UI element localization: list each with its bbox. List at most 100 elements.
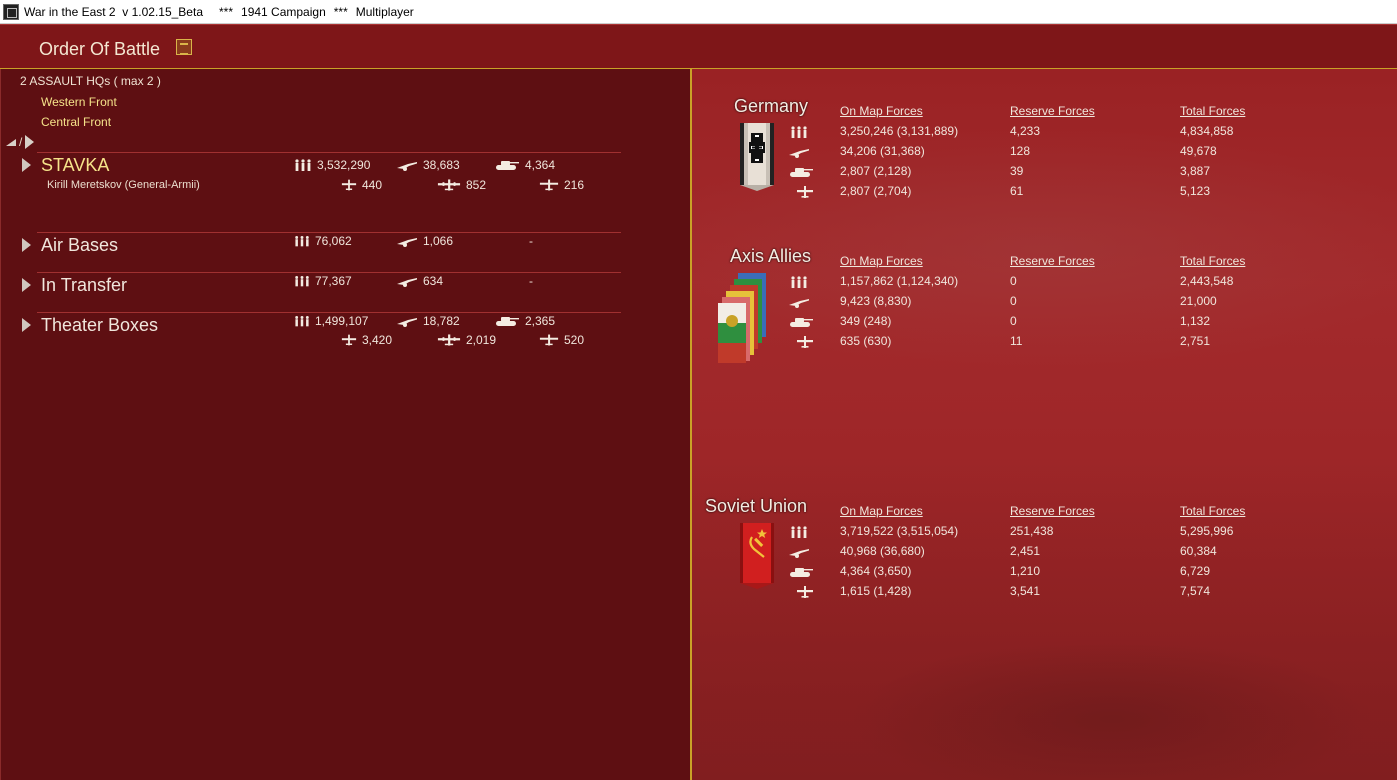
on-map-aircraft: 1,615 (1,428) xyxy=(840,584,912,598)
column-header-on-map: On Map Forces xyxy=(840,504,923,518)
column-header-reserve: Reserve Forces xyxy=(1010,504,1095,518)
aircraft-icon xyxy=(794,586,816,598)
row-divider xyxy=(37,152,621,153)
afv-stat: - xyxy=(529,274,533,288)
reserve-guns: 128 xyxy=(1010,144,1031,158)
men-icon xyxy=(294,315,310,327)
men-icon xyxy=(294,235,310,247)
fighter-icon xyxy=(341,334,357,346)
reserve-afv: 0 xyxy=(1010,314,1017,328)
reserve-afv: 1,210 xyxy=(1010,564,1041,578)
fighters-stat: 3,420 xyxy=(341,333,392,347)
fighter-icon xyxy=(341,179,357,191)
guns-stat: 38,683 xyxy=(396,158,460,172)
unit-name[interactable]: In Transfer xyxy=(41,275,127,296)
men-icon xyxy=(294,275,310,287)
on-map-aircraft: 2,807 (2,704) xyxy=(840,184,912,198)
tree-navigation: / xyxy=(6,135,35,149)
men-icon xyxy=(294,159,312,171)
tank-icon xyxy=(788,316,814,328)
row-divider xyxy=(37,232,621,233)
on-map-guns: 40,968 (36,680) xyxy=(840,544,925,558)
fighters-stat: 440 xyxy=(341,178,382,192)
expand-arrow-icon[interactable] xyxy=(22,158,31,172)
column-header-total: Total Forces xyxy=(1180,104,1246,118)
notepad-icon[interactable] xyxy=(176,39,192,55)
reserve-aircraft: 11 xyxy=(1010,334,1023,348)
bombers-stat: 852 xyxy=(437,178,486,192)
column-header-total: Total Forces xyxy=(1180,254,1246,268)
title-separator: *** xyxy=(333,4,348,19)
bombers-stat: 2,019 xyxy=(437,333,496,347)
expand-arrow-icon[interactable] xyxy=(22,278,31,292)
afv-stat: 4,364 xyxy=(494,158,555,172)
soviet-flag-icon xyxy=(740,523,774,589)
on-map-men: 1,157,862 (1,124,340) xyxy=(840,274,959,288)
men-stat: 77,367 xyxy=(294,274,352,288)
aircraft-icon xyxy=(539,179,559,191)
nav-forward-arrow-icon[interactable] xyxy=(25,135,35,149)
aircraft-icon xyxy=(794,336,816,348)
unit-name[interactable]: STAVKA xyxy=(41,155,109,176)
other-air-stat: 216 xyxy=(539,178,584,192)
gun-icon xyxy=(396,159,418,171)
unit-name[interactable]: Air Bases xyxy=(41,235,118,256)
total-men: 4,834,858 xyxy=(1180,124,1234,138)
afv-stat: 2,365 xyxy=(494,314,555,328)
afv-stat: - xyxy=(529,234,533,248)
total-guns: 49,678 xyxy=(1180,144,1217,158)
reserve-aircraft: 3,541 xyxy=(1010,584,1041,598)
men-stat: 1,499,107 xyxy=(294,314,368,328)
total-afv: 6,729 xyxy=(1180,564,1211,578)
tank-icon xyxy=(494,159,520,171)
front-link-central[interactable]: Central Front xyxy=(41,115,111,129)
oob-tree-panel: 2 ASSAULT HQs ( max 2 ) Western Front Ce… xyxy=(0,69,690,780)
commander-name[interactable]: Kirill Meretskov (General-Armii) xyxy=(47,179,200,191)
men-stat: 3,532,290 xyxy=(294,158,370,172)
nav-up-arrow-icon[interactable] xyxy=(6,138,16,146)
nation-name: Soviet Union xyxy=(705,496,808,516)
front-link-western[interactable]: Western Front xyxy=(41,95,117,109)
gun-icon xyxy=(788,296,810,308)
total-guns: 60,384 xyxy=(1180,544,1217,558)
column-header-reserve: Reserve Forces xyxy=(1010,254,1095,268)
reserve-guns: 2,451 xyxy=(1010,544,1041,558)
expand-arrow-icon[interactable] xyxy=(22,238,31,252)
gun-icon xyxy=(396,275,418,287)
total-guns: 21,000 xyxy=(1180,294,1217,308)
total-aircraft: 5,123 xyxy=(1180,184,1211,198)
german-flag-icon xyxy=(740,123,774,191)
reserve-men: 251,438 xyxy=(1010,524,1054,538)
campaign-title: 1941 Campaign xyxy=(241,4,326,19)
other-air-stat: 520 xyxy=(539,333,584,347)
window-titlebar: War in the East 2 v 1.02.15_Beta *** 194… xyxy=(0,0,1397,24)
total-aircraft: 2,751 xyxy=(1180,334,1211,348)
forces-summary-panel: Germany On Map Forces Reserve Forces Tot… xyxy=(690,69,1397,780)
screen-header: Order Of Battle xyxy=(0,24,1397,69)
reserve-men: 0 xyxy=(1010,274,1017,288)
tank-icon xyxy=(788,566,814,578)
nation-name: Axis Allies xyxy=(730,246,812,266)
bomber-icon xyxy=(437,334,461,346)
guns-stat: 634 xyxy=(396,274,443,288)
nation-name: Germany xyxy=(734,96,809,116)
total-afv: 1,132 xyxy=(1180,314,1211,328)
men-icon xyxy=(788,526,810,538)
total-afv: 3,887 xyxy=(1180,164,1211,178)
guns-stat: 1,066 xyxy=(396,234,453,248)
nav-separator: / xyxy=(19,135,23,149)
men-icon xyxy=(788,276,810,288)
expand-arrow-icon[interactable] xyxy=(22,318,31,332)
assault-hq-count: 2 ASSAULT HQs ( max 2 ) xyxy=(20,74,161,88)
unit-name[interactable]: Theater Boxes xyxy=(41,315,158,336)
gun-icon xyxy=(396,315,418,327)
gun-icon xyxy=(788,146,810,158)
title-separator: *** xyxy=(219,4,234,19)
tank-icon xyxy=(494,315,520,327)
guns-stat: 18,782 xyxy=(396,314,460,328)
bomber-icon xyxy=(437,179,461,191)
app-title: War in the East 2 v 1.02.15_Beta xyxy=(24,4,203,19)
total-men: 2,443,548 xyxy=(1180,274,1234,288)
on-map-guns: 34,206 (31,368) xyxy=(840,144,925,158)
on-map-guns: 9,423 (8,830) xyxy=(840,294,912,308)
